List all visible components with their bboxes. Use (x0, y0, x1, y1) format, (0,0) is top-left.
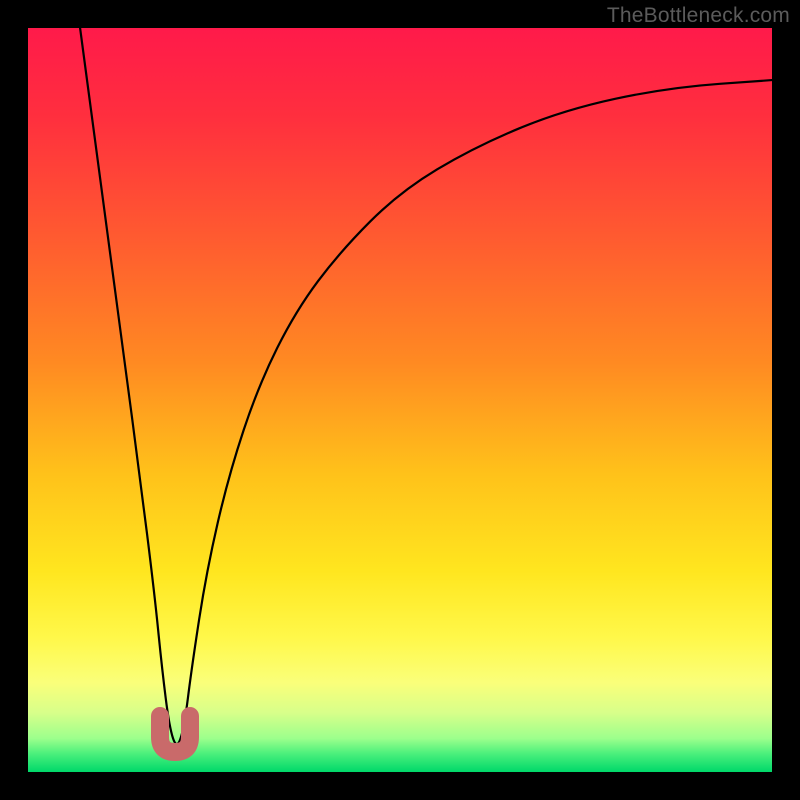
chart-svg (28, 28, 772, 772)
outer-frame: TheBottleneck.com (0, 0, 800, 800)
plot-area (28, 28, 772, 772)
watermark-text: TheBottleneck.com (607, 4, 790, 28)
gradient-background (28, 28, 772, 772)
